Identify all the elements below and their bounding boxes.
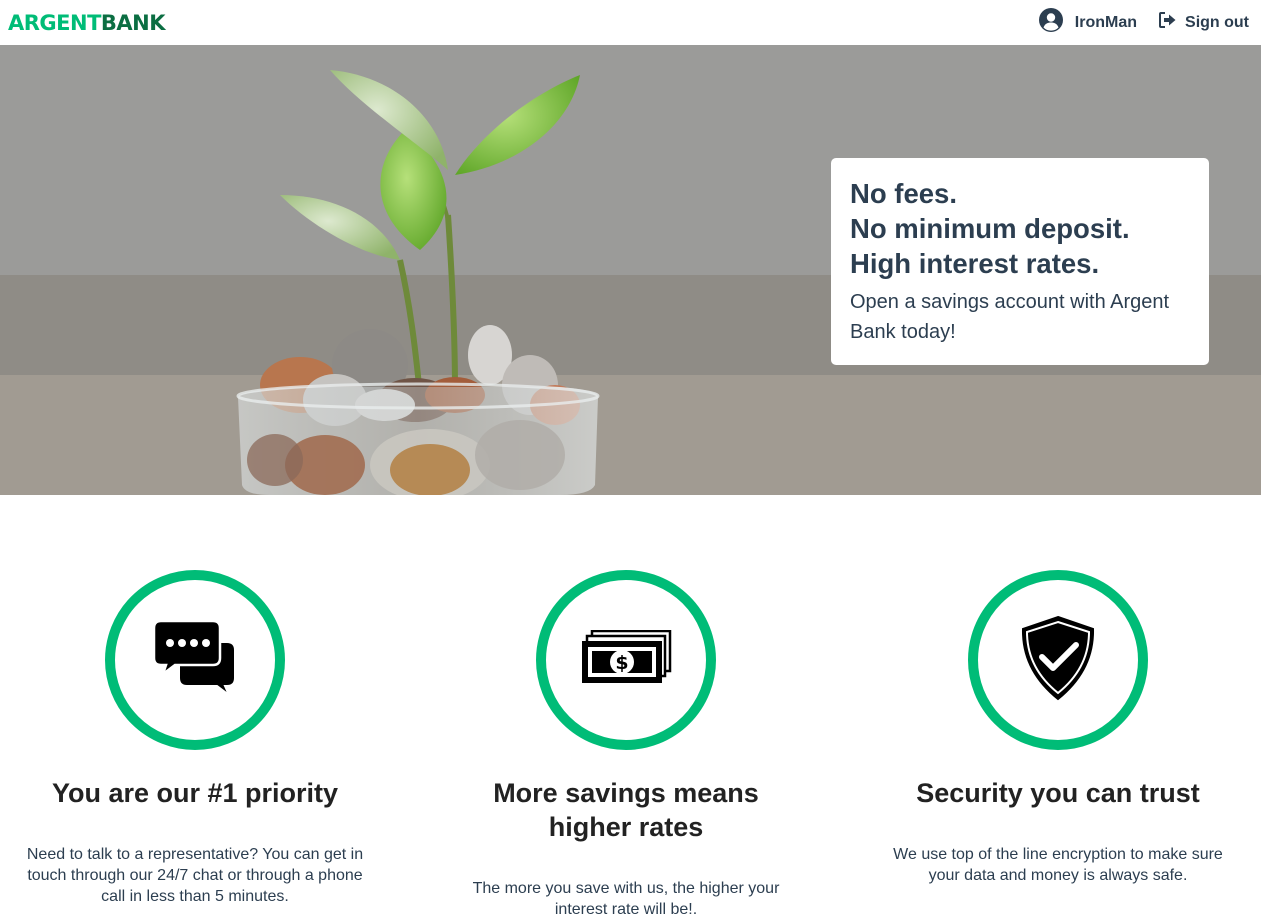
feature-icon-ring <box>105 570 285 750</box>
feature-text-security: We use top of the line encryption to mak… <box>893 846 1223 884</box>
hero-banner: No fees. No minimum deposit. High intere… <box>0 45 1261 495</box>
money-icon: $ <box>580 629 672 691</box>
logo-text-argent: ARGENT <box>8 10 101 35</box>
hero-subtitle-no-fees: No fees. <box>850 178 957 209</box>
feature-item-priority: You are our #1 priority Need to talk to … <box>0 570 395 907</box>
feature-title-savings: More savings means higher rates <box>493 778 759 842</box>
argent-bank-logo[interactable]: ARGENT BANK <box>8 10 166 35</box>
feature-title-priority: You are our #1 priority <box>51 778 339 808</box>
sign-out-label: Sign out <box>1185 13 1249 31</box>
svg-text:$: $ <box>615 652 628 674</box>
feature-icon-ring: $ <box>536 570 716 750</box>
sign-out-link[interactable]: Sign out <box>1159 12 1249 33</box>
nav-links: IronMan Sign out <box>1038 8 1249 37</box>
feature-text-savings: The more you save with us, the higher yo… <box>472 880 780 918</box>
main-nav: ARGENT BANK IronMan Sign out <box>0 0 1261 45</box>
feature-text-priority: Need to talk to a representative? You ca… <box>26 846 364 905</box>
profile-link[interactable]: IronMan <box>1038 8 1138 37</box>
hero-text: Open a savings account with Argent Bank … <box>850 291 1170 343</box>
feature-icon-ring <box>968 570 1148 750</box>
sign-out-icon <box>1159 12 1177 33</box>
security-shield-icon <box>1020 615 1096 706</box>
hero-promo-card: No fees. No minimum deposit. High intere… <box>831 158 1209 365</box>
logo-text-bank: BANK <box>100 10 166 35</box>
chat-icon <box>152 619 237 701</box>
feature-item-savings: $ More savings means higher rates The mo… <box>426 570 826 920</box>
feature-title-security: Security you can trust <box>916 778 1200 808</box>
feature-item-security: Security you can trust We use top of the… <box>858 570 1258 886</box>
user-circle-icon <box>1038 8 1063 37</box>
hero-subtitle-high-interest: High interest rates. <box>850 248 1100 279</box>
user-name: IronMan <box>1074 13 1138 31</box>
hero-subtitle-no-minimum-deposit: No minimum deposit. <box>850 213 1130 244</box>
